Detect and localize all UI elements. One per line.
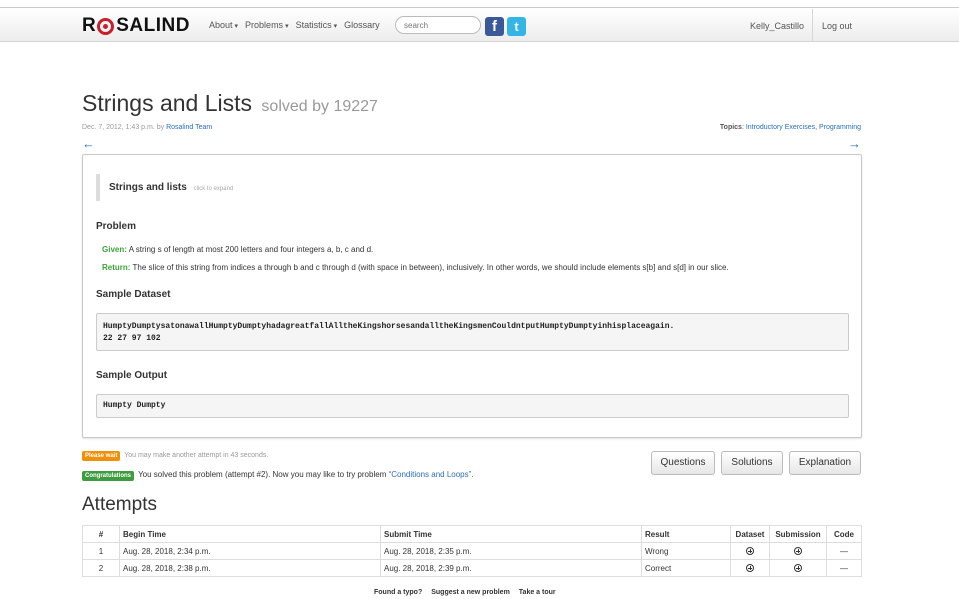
- logo-letter: R: [82, 15, 97, 36]
- congrats-text: You solved this problem (attempt #2). No…: [138, 470, 387, 479]
- logout-link[interactable]: Log out: [822, 21, 852, 31]
- problem-meta: Dec. 7, 2012, 1:43 p.m. by Rosalind Team: [82, 124, 212, 131]
- caret-down-icon: ▾: [333, 23, 338, 30]
- download-dataset-icon[interactable]: [746, 564, 754, 573]
- download-submission-icon[interactable]: [794, 547, 802, 556]
- download-submission-icon[interactable]: [794, 564, 802, 573]
- expander-hint: click to expand: [193, 186, 234, 192]
- return-text: The slice of this string from indices a …: [132, 263, 729, 272]
- col-result: Result: [641, 525, 731, 543]
- logo-text: SALIND: [116, 15, 190, 36]
- nav-about[interactable]: About ▾: [209, 20, 238, 30]
- expander-title: Strings and lists: [109, 182, 187, 193]
- search-input[interactable]: [395, 16, 481, 34]
- col-submit-time: Submit Time: [380, 525, 642, 543]
- prev-problem-arrow-icon[interactable]: ←: [82, 136, 95, 151]
- topics-label: Topics: [719, 124, 742, 131]
- nav-glossary[interactable]: Glossary: [344, 20, 380, 30]
- given-text: A string s of length at most 200 letters…: [128, 245, 374, 254]
- facebook-icon[interactable]: f: [485, 17, 504, 36]
- author-link[interactable]: Rosalind Team: [166, 124, 212, 131]
- expander[interactable]: Strings and lists click to expand: [96, 174, 233, 201]
- wait-badge: Please wait: [82, 451, 121, 461]
- sample-dataset: HumptyDumptysatonawallHumptyDumptyhadagr…: [96, 313, 849, 351]
- col-code: Code: [826, 525, 862, 543]
- table-row: 1 Aug. 28, 2018, 2:34 p.m. Aug. 28, 2018…: [82, 542, 862, 560]
- given-statement: Given: A string s of length at most 200 …: [102, 245, 373, 254]
- download-dataset-icon[interactable]: [746, 547, 754, 556]
- wait-notice: Please wait You may make another attempt…: [82, 451, 268, 461]
- dataset-heading: Sample Dataset: [96, 289, 171, 300]
- caret-down-icon: ▾: [285, 23, 289, 30]
- topic-link-introductory[interactable]: Introductory Exercises: [746, 124, 815, 131]
- attempts-heading: Attempts: [82, 494, 157, 515]
- next-problem-link[interactable]: “Conditions and Loops”: [389, 470, 472, 479]
- table-row: 2 Aug. 28, 2018, 2:38 p.m. Aug. 28, 2018…: [82, 559, 862, 577]
- attempts-table: # Begin Time Submit Time Result Dataset …: [82, 525, 862, 577]
- rosalind-logo[interactable]: R SALIND: [82, 15, 190, 37]
- nav-divider: [812, 9, 813, 42]
- congrats-notice: Congratulations You solved this problem …: [82, 470, 474, 481]
- table-header: # Begin Time Submit Time Result Dataset …: [82, 525, 862, 543]
- found-typo-link[interactable]: Found a typo?: [374, 589, 422, 596]
- col-dataset: Dataset: [730, 525, 770, 543]
- navbar: R SALIND About ▾ Problems ▾ Statistics ▾ Gl…: [0, 9, 959, 42]
- output-heading: Sample Output: [96, 370, 168, 381]
- caret-down-icon: ▾: [234, 23, 239, 30]
- col-num: #: [82, 525, 120, 543]
- suggest-problem-link[interactable]: Suggest a new problem: [431, 589, 510, 596]
- problem-date: Dec. 7, 2012, 1:43 p.m. by: [82, 124, 165, 131]
- problem-heading: Problem: [96, 221, 137, 232]
- nav-problems[interactable]: Problems ▾: [245, 20, 289, 30]
- solutions-button[interactable]: Solutions: [721, 451, 783, 475]
- questions-button[interactable]: Questions: [651, 451, 715, 475]
- logo-ring-icon: [97, 17, 115, 35]
- col-submission: Submission: [769, 525, 827, 543]
- top-border: [0, 7, 959, 8]
- result-cell: Wrong: [641, 542, 731, 560]
- username-link[interactable]: Kelly_Castillo: [750, 21, 804, 31]
- return-statement: Return: The slice of this string from in…: [102, 263, 729, 272]
- page-title: Strings and Lists solved by 19227: [82, 90, 378, 117]
- twitter-icon[interactable]: t: [507, 17, 526, 36]
- problem-box: Strings and lists click to expand Proble…: [82, 154, 862, 438]
- result-cell: Correct: [641, 559, 731, 577]
- given-label: Given:: [102, 245, 127, 254]
- nav-menu: About ▾ Problems ▾ Statistics ▾ Glossary: [209, 20, 380, 30]
- take-tour-link[interactable]: Take a tour: [519, 589, 556, 596]
- return-label: Return:: [102, 263, 131, 272]
- footer: Found a typo? Suggest a new problem Take…: [374, 589, 556, 596]
- col-begin-time: Begin Time: [119, 525, 381, 543]
- solved-count: solved by 19227: [261, 98, 378, 115]
- congrats-badge: Congratulations: [82, 471, 134, 481]
- problem-title: Strings and Lists: [82, 90, 253, 116]
- nav-statistics[interactable]: Statistics ▾: [296, 20, 338, 30]
- wait-text: You may make another attempt in 43 secon…: [124, 452, 269, 459]
- sample-output: Humpty Dumpty: [96, 394, 849, 418]
- explanation-button[interactable]: Explanation: [789, 451, 861, 475]
- next-problem-arrow-icon[interactable]: →: [848, 136, 861, 151]
- topic-link-programming[interactable]: Programming: [819, 124, 861, 131]
- topics: Topics: Introductory Exercises, Programm…: [719, 124, 861, 131]
